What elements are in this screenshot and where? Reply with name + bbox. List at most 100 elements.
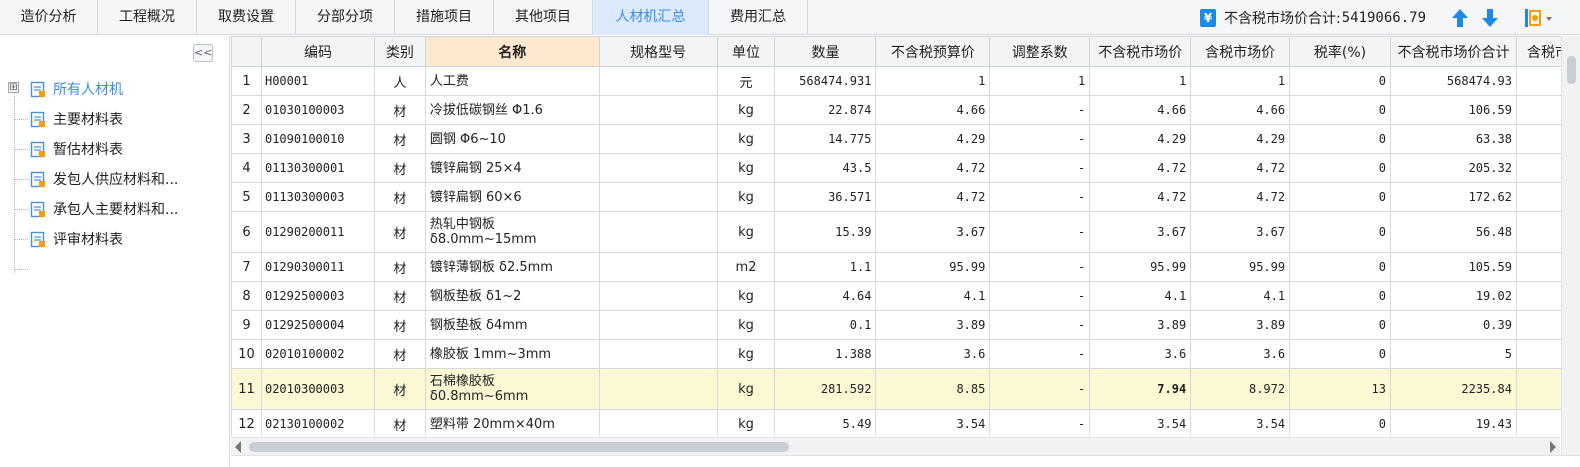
cell-total[interactable]: 19.43: [1389, 409, 1517, 436]
cell-n[interactable]: 8: [231, 281, 262, 311]
cell-market[interactable]: 4.72: [1089, 182, 1192, 212]
cell-unit[interactable]: kg: [716, 211, 776, 253]
table-row[interactable]: 4 01130300001 材镀锌扁钢 25×4 kg 43.5 4.72-4.72 4.7…: [231, 153, 1580, 183]
cell-name[interactable]: 镀锌扁钢 60×6: [424, 182, 600, 212]
cell-rate[interactable]: 13: [1289, 368, 1391, 410]
cell-budget[interactable]: 3.54: [875, 409, 991, 436]
cell-type[interactable]: 材: [373, 281, 426, 311]
table-row[interactable]: 7 01290300011 材镀锌薄钢板 δ2.5mm m2 1.1 95.99-95.9…: [231, 252, 1580, 282]
cell-spec[interactable]: [598, 339, 718, 369]
cell-n[interactable]: 7: [231, 252, 262, 282]
cell-spec[interactable]: [598, 409, 718, 436]
cell-coef[interactable]: -: [989, 95, 1091, 125]
cell-budget[interactable]: 3.89: [875, 310, 991, 340]
tree-item-contractor-materials[interactable]: 承包人主要材料和...: [30, 198, 178, 220]
cell-unit[interactable]: kg: [716, 153, 776, 183]
cell-spec[interactable]: [598, 66, 718, 96]
cell-name[interactable]: 石棉橡胶板 δ0.8mm~6mm: [424, 368, 600, 410]
cell-taxmarket[interactable]: 4.72: [1190, 182, 1291, 212]
cell-total[interactable]: 568474.93: [1389, 66, 1517, 96]
cell-type[interactable]: 材: [373, 310, 426, 340]
cell-n[interactable]: 6: [231, 211, 262, 253]
column-header-adjust-coef[interactable]: 调整系数: [989, 36, 1091, 67]
cell-total[interactable]: 5: [1389, 339, 1517, 369]
cell-market[interactable]: 7.94: [1089, 368, 1192, 410]
cell-n[interactable]: 11: [231, 368, 262, 410]
cell-code[interactable]: 01130300001: [260, 153, 375, 183]
cell-name[interactable]: 塑料带 20mm×40m: [424, 409, 600, 436]
tree-item-client-supplied-materials[interactable]: 发包人供应材料和...: [30, 168, 178, 190]
column-header-tax-market-price[interactable]: 含税市场价: [1190, 36, 1291, 67]
cell-coef[interactable]: -: [989, 153, 1091, 183]
cell-code[interactable]: 01290200011: [260, 211, 375, 253]
cell-n[interactable]: 3: [231, 124, 262, 154]
cell-type[interactable]: 材: [373, 153, 426, 183]
tab-sub-items[interactable]: 分部分项: [296, 0, 395, 35]
cell-code[interactable]: 01030100003: [260, 95, 375, 125]
tree-item-estimated-materials[interactable]: 暂估材料表: [30, 138, 123, 160]
cell-unit[interactable]: kg: [716, 281, 776, 311]
table-row[interactable]: 2 01030100003 材冷拔低碳钢丝 Φ1.6 kg 22.874 4.66-4.6…: [231, 95, 1580, 125]
cell-type[interactable]: 材: [373, 409, 426, 436]
cell-market[interactable]: 4.72: [1089, 153, 1192, 183]
cell-rate[interactable]: 0: [1289, 66, 1391, 96]
cell-name[interactable]: 镀锌扁钢 25×4: [424, 153, 600, 183]
cell-unit[interactable]: kg: [716, 310, 776, 340]
cell-taxmarket[interactable]: 4.29: [1190, 124, 1291, 154]
cell-market[interactable]: 3.54: [1089, 409, 1192, 436]
table-row[interactable]: 9 01292500004 材钢板垫板 δ4mm kg 0.1 3.89-3.89 3.89…: [231, 310, 1580, 340]
table-row[interactable]: 1 H00001 人人工费元 568474.931 1 1 1 1 0 568474.93: [231, 66, 1580, 96]
tab-measures[interactable]: 措施项目: [395, 0, 494, 35]
cell-type[interactable]: 人: [373, 66, 426, 96]
cell-taxmarket[interactable]: 3.89: [1190, 310, 1291, 340]
cell-n[interactable]: 2: [231, 95, 262, 125]
cell-spec[interactable]: [598, 310, 718, 340]
cell-name[interactable]: 冷拔低碳钢丝 Φ1.6: [424, 95, 600, 125]
scroll-right-icon[interactable]: [1550, 441, 1556, 453]
cell-n[interactable]: 12: [231, 409, 262, 436]
cell-total[interactable]: 205.32: [1389, 153, 1517, 183]
settings-dropdown-icon[interactable]: [1522, 7, 1556, 29]
cell-code[interactable]: 01292500004: [260, 310, 375, 340]
tab-fee-summary[interactable]: 费用汇总: [709, 0, 808, 35]
cell-qty[interactable]: 22.874: [774, 95, 877, 125]
scroll-left-icon[interactable]: [235, 441, 241, 453]
cell-total[interactable]: 2235.84: [1389, 368, 1517, 410]
cell-name[interactable]: 镀锌薄钢板 δ2.5mm: [424, 252, 600, 282]
cell-budget[interactable]: 1: [875, 66, 991, 96]
cell-budget[interactable]: 4.72: [875, 153, 991, 183]
cell-market[interactable]: 4.66: [1089, 95, 1192, 125]
cell-unit[interactable]: kg: [716, 368, 776, 410]
cell-budget[interactable]: 4.29: [875, 124, 991, 154]
column-header-type[interactable]: 类别: [373, 36, 426, 67]
cell-code[interactable]: 02010100002: [260, 339, 375, 369]
tree-item-all-resources[interactable]: 所有人材机: [30, 78, 123, 100]
column-header-code[interactable]: 编码: [260, 36, 375, 67]
cell-rate[interactable]: 0: [1289, 95, 1391, 125]
cell-unit[interactable]: kg: [716, 339, 776, 369]
cell-qty[interactable]: 4.64: [774, 281, 877, 311]
table-row[interactable]: 8 01292500003 材钢板垫板 δ1~2 kg 4.64 4.1-4.1 4.1 0 1…: [231, 281, 1580, 311]
cell-name[interactable]: 橡胶板 1mm~3mm: [424, 339, 600, 369]
column-header-market-total[interactable]: 不含税市场价合计: [1389, 36, 1517, 67]
cell-coef[interactable]: -: [989, 339, 1091, 369]
column-header-quantity[interactable]: 数量: [774, 36, 877, 67]
cell-unit[interactable]: kg: [716, 182, 776, 212]
cell-coef[interactable]: -: [989, 211, 1091, 253]
cell-type[interactable]: 材: [373, 252, 426, 282]
cell-rate[interactable]: 0: [1289, 409, 1391, 436]
tab-other-items[interactable]: 其他项目: [494, 0, 593, 35]
cell-qty[interactable]: 1.1: [774, 252, 877, 282]
cell-taxmarket[interactable]: 4.72: [1190, 153, 1291, 183]
column-header-spec[interactable]: 规格型号: [598, 36, 718, 67]
cell-code[interactable]: H00001: [260, 66, 375, 96]
cell-budget[interactable]: 95.99: [875, 252, 991, 282]
cell-n[interactable]: 9: [231, 310, 262, 340]
cell-coef[interactable]: -: [989, 368, 1091, 410]
cell-taxmarket[interactable]: 8.972: [1190, 368, 1291, 410]
cell-rate[interactable]: 0: [1289, 153, 1391, 183]
cell-taxmarket[interactable]: 4.1: [1190, 281, 1291, 311]
cell-code[interactable]: 01290300011: [260, 252, 375, 282]
horizontal-scrollbar[interactable]: [231, 437, 1560, 455]
cell-name[interactable]: 钢板垫板 δ4mm: [424, 310, 600, 340]
